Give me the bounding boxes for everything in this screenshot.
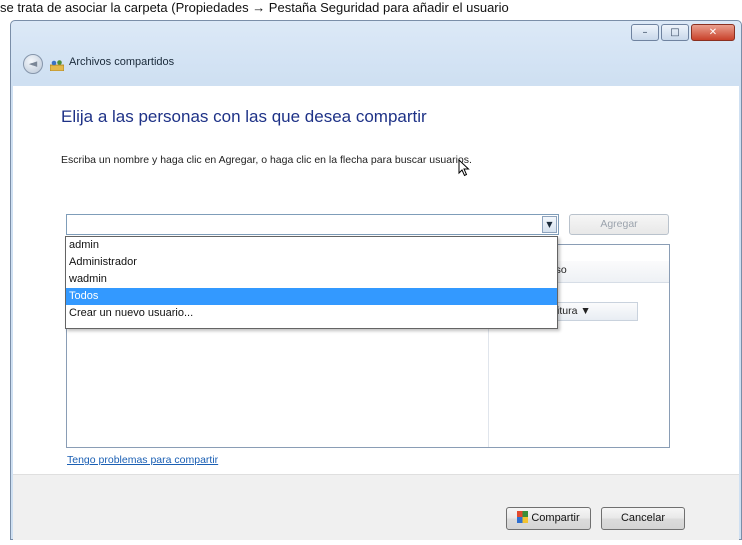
- minimize-button[interactable]: –: [631, 24, 659, 41]
- footer-bar: Compartir Cancelar: [13, 474, 739, 540]
- share-button[interactable]: Compartir: [506, 507, 591, 530]
- maximize-button[interactable]: □: [661, 24, 689, 41]
- dropdown-item-todos[interactable]: Todos: [66, 288, 557, 305]
- minimize-icon: –: [642, 27, 648, 38]
- page-caption: se trata de asociar la carpeta (Propieda…: [0, 0, 742, 20]
- cancel-button[interactable]: Cancelar: [601, 507, 685, 530]
- share-wizard-window: – □ ✕ ◄ Archivos compartidos Elija a las…: [10, 20, 742, 540]
- window-controls: – □ ✕: [631, 24, 735, 41]
- close-button[interactable]: ✕: [691, 24, 735, 41]
- dropdown-item-admin[interactable]: admin: [66, 237, 557, 254]
- close-icon: ✕: [708, 27, 718, 38]
- users-icon: [50, 60, 64, 71]
- title-bar: – □ ✕ ◄ Archivos compartidos: [11, 21, 741, 85]
- share-button-label: Compartir: [531, 512, 580, 524]
- dropdown-item-wadmin[interactable]: wadmin: [66, 271, 557, 288]
- shield-icon: [517, 511, 529, 523]
- page-title: Elija a las personas con las que desea c…: [61, 107, 427, 126]
- dropdown-item-crear-usuario[interactable]: Crear un nuevo usuario...: [66, 305, 557, 322]
- dropdown-arrow-button[interactable]: ▼: [542, 216, 557, 233]
- mouse-pointer-icon: [458, 159, 470, 177]
- add-button[interactable]: Agregar: [569, 214, 669, 235]
- wizard-title: Archivos compartidos: [69, 56, 175, 68]
- chevron-down-icon: ▼: [546, 220, 553, 229]
- user-name-combobox[interactable]: ▼: [66, 214, 559, 235]
- content-area: Elija a las personas con las que desea c…: [13, 86, 739, 474]
- back-button[interactable]: ◄: [23, 54, 43, 74]
- dropdown-item-administrador[interactable]: Administrador: [66, 254, 557, 271]
- user-dropdown-list: admin Administrador wadmin Todos Crear u…: [65, 236, 558, 329]
- help-link[interactable]: Tengo problemas para compartir: [67, 454, 218, 466]
- back-arrow-icon: ◄: [28, 57, 38, 70]
- instruction-text: Escriba un nombre y haga clic en Agregar…: [61, 154, 472, 166]
- maximize-icon: □: [670, 27, 680, 38]
- page-caption-text: se trata de asociar la carpeta (Propieda…: [0, 0, 509, 15]
